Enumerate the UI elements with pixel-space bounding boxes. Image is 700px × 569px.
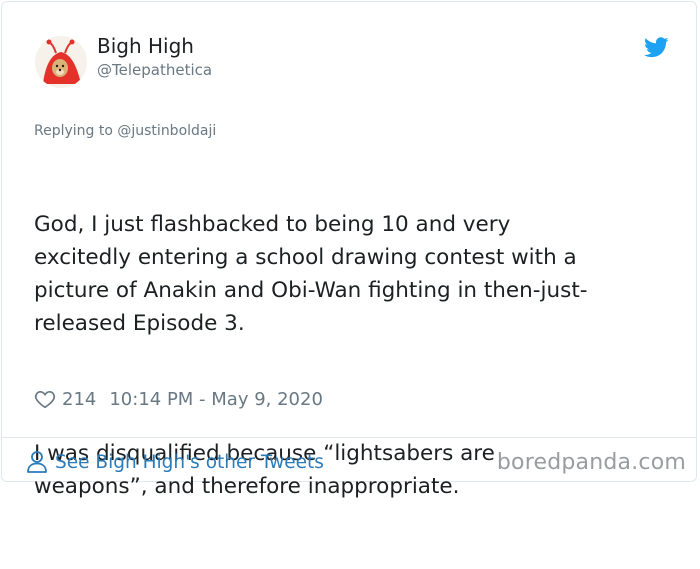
like-count[interactable]: 214 — [62, 389, 96, 410]
tweet-text: God, I just flashbacked to being 10 and … — [34, 144, 674, 569]
replying-to[interactable]: Replying to @justinboldaji — [34, 121, 216, 141]
tweet-card: Bigh High @Telepathetica Replying to @ju… — [1, 1, 697, 499]
user-handle[interactable]: @Telepathetica — [97, 60, 212, 80]
avatar[interactable] — [35, 36, 87, 88]
display-name[interactable]: Bigh High — [97, 34, 194, 58]
tweet-paragraph: God, I just flashbacked to being 10 and … — [34, 212, 588, 336]
tweet-meta: 214 10:14 PM - May 9, 2020 — [34, 387, 323, 411]
twitter-bird-icon[interactable] — [644, 37, 669, 58]
tweet-timestamp[interactable]: 10:14 PM - May 9, 2020 — [109, 389, 323, 410]
see-other-tweets-link[interactable]: See Bigh High's other Tweets — [26, 450, 324, 474]
divider — [2, 437, 696, 438]
see-other-tweets-label: See Bigh High's other Tweets — [55, 451, 324, 473]
watermark: boredpanda.com — [496, 450, 686, 475]
heart-icon[interactable] — [34, 388, 56, 410]
person-icon — [26, 450, 48, 474]
